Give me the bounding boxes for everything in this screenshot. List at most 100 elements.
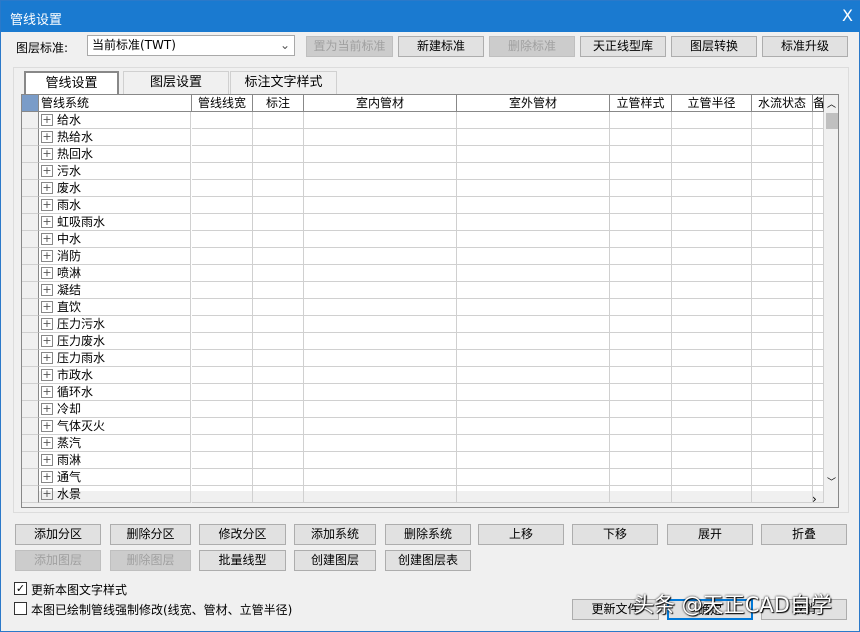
grid-cell[interactable]: [304, 452, 457, 469]
grid-cell[interactable]: [457, 129, 610, 146]
grid-cell[interactable]: [672, 299, 752, 316]
grid-cell[interactable]: [192, 452, 253, 469]
grid-cell[interactable]: [253, 350, 304, 367]
grid-cell[interactable]: [672, 418, 752, 435]
column-header[interactable]: 室外管材: [457, 95, 610, 112]
grid-cell[interactable]: [752, 197, 813, 214]
pipe-system-grid[interactable]: ︿ ﹀ ‹ › 管线系统管线线宽标注室内管材室外管材立管样式立管半径水流状态备+…: [21, 94, 839, 508]
expand-icon[interactable]: +: [41, 403, 53, 415]
table-row[interactable]: +冷却: [39, 401, 191, 418]
grid-cell[interactable]: [457, 401, 610, 418]
grid-cell[interactable]: [253, 333, 304, 350]
grid-cell[interactable]: [457, 180, 610, 197]
grid-cell[interactable]: [304, 435, 457, 452]
table-row[interactable]: +污水: [39, 163, 191, 180]
expand-icon[interactable]: +: [41, 318, 53, 330]
grid-cell[interactable]: [610, 282, 672, 299]
layer-standard-select[interactable]: 当前标准(TWT)⌄: [87, 35, 295, 56]
expand-icon[interactable]: +: [41, 284, 53, 296]
layer-convert-button[interactable]: 图层转换: [671, 36, 757, 57]
grid-cell[interactable]: [192, 350, 253, 367]
grid-cell[interactable]: [672, 112, 752, 129]
grid-cell[interactable]: [752, 163, 813, 180]
grid-cell[interactable]: [192, 146, 253, 163]
grid-cell[interactable]: [457, 333, 610, 350]
grid-cell[interactable]: [672, 282, 752, 299]
grid-cell[interactable]: [457, 418, 610, 435]
grid-cell[interactable]: [253, 180, 304, 197]
row-header[interactable]: [22, 129, 39, 146]
table-row[interactable]: +喷淋: [39, 265, 191, 282]
batch-linetype-button[interactable]: 批量线型: [199, 550, 286, 571]
row-header[interactable]: [22, 367, 39, 384]
grid-cell[interactable]: [752, 401, 813, 418]
delete-system-button[interactable]: 删除系统: [385, 524, 471, 545]
column-header[interactable]: 标注: [253, 95, 304, 112]
grid-cell[interactable]: [752, 299, 813, 316]
edit-zone-button[interactable]: 修改分区: [199, 524, 286, 545]
table-row[interactable]: +循环水: [39, 384, 191, 401]
expand-icon[interactable]: +: [41, 233, 53, 245]
grid-cell[interactable]: [813, 299, 824, 316]
grid-cell[interactable]: [253, 248, 304, 265]
move-down-button[interactable]: 下移: [572, 524, 658, 545]
column-header[interactable]: 立管样式: [610, 95, 672, 112]
grid-cell[interactable]: [253, 452, 304, 469]
grid-cell[interactable]: [253, 112, 304, 129]
grid-cell[interactable]: [304, 418, 457, 435]
table-row[interactable]: +雨水: [39, 197, 191, 214]
grid-cell[interactable]: [752, 282, 813, 299]
column-header[interactable]: 立管半径: [672, 95, 752, 112]
row-header[interactable]: [22, 384, 39, 401]
column-header[interactable]: 备: [813, 95, 824, 112]
add-system-button[interactable]: 添加系统: [294, 524, 376, 545]
collapse-button[interactable]: 折叠: [761, 524, 847, 545]
expand-icon[interactable]: +: [41, 165, 53, 177]
set-current-standard-button[interactable]: 置为当前标准: [306, 36, 393, 57]
expand-button[interactable]: 展开: [667, 524, 753, 545]
grid-cell[interactable]: [304, 282, 457, 299]
grid-cell[interactable]: [610, 231, 672, 248]
grid-cell[interactable]: [253, 163, 304, 180]
grid-cell[interactable]: [672, 180, 752, 197]
tab-pipe-settings[interactable]: 管线设置: [24, 71, 119, 94]
vertical-scrollbar[interactable]: ︿ ﹀: [824, 95, 839, 491]
grid-cell[interactable]: [253, 435, 304, 452]
grid-cell[interactable]: [192, 112, 253, 129]
expand-icon[interactable]: +: [41, 369, 53, 381]
scroll-down-icon[interactable]: ﹀: [827, 475, 836, 488]
expand-icon[interactable]: +: [41, 488, 53, 500]
grid-cell[interactable]: [304, 129, 457, 146]
column-header[interactable]: 水流状态: [752, 95, 813, 112]
grid-cell[interactable]: [457, 367, 610, 384]
grid-cell[interactable]: [813, 316, 824, 333]
grid-cell[interactable]: [253, 214, 304, 231]
grid-cell[interactable]: [672, 384, 752, 401]
row-header[interactable]: [22, 214, 39, 231]
move-up-button[interactable]: 上移: [478, 524, 564, 545]
grid-cell[interactable]: [672, 401, 752, 418]
grid-cell[interactable]: [752, 316, 813, 333]
grid-cell[interactable]: [192, 299, 253, 316]
upgrade-standard-button[interactable]: 标准升级: [762, 36, 848, 57]
row-header[interactable]: [22, 333, 39, 350]
grid-cell[interactable]: [813, 333, 824, 350]
table-row[interactable]: +凝结: [39, 282, 191, 299]
grid-cell[interactable]: [253, 299, 304, 316]
grid-cell[interactable]: [813, 163, 824, 180]
row-header[interactable]: [22, 163, 39, 180]
grid-cell[interactable]: [813, 401, 824, 418]
grid-cell[interactable]: [457, 452, 610, 469]
grid-cell[interactable]: [457, 163, 610, 180]
delete-layer-button[interactable]: 删除图层: [110, 550, 191, 571]
grid-cell[interactable]: [610, 469, 672, 486]
table-row[interactable]: +热回水: [39, 146, 191, 163]
grid-cell[interactable]: [304, 299, 457, 316]
grid-cell[interactable]: [304, 384, 457, 401]
create-layer-table-button[interactable]: 创建图层表: [385, 550, 471, 571]
grid-cell[interactable]: [304, 197, 457, 214]
grid-cell[interactable]: [192, 180, 253, 197]
expand-icon[interactable]: +: [41, 131, 53, 143]
grid-cell[interactable]: [752, 486, 813, 503]
grid-cell[interactable]: [672, 129, 752, 146]
